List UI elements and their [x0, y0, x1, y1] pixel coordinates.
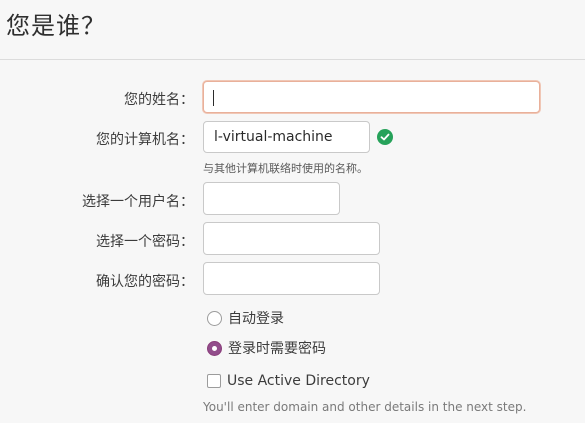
computer-name-label: 您的计算机名：: [96, 132, 194, 148]
confirm-password-field[interactable]: [203, 262, 380, 295]
name-field[interactable]: [203, 81, 540, 113]
active-directory-option[interactable]: Use Active Directory: [207, 373, 370, 389]
auto-login-radio[interactable]: [207, 310, 222, 326]
confirm-password-label: 确认您的密码：: [96, 274, 194, 290]
require-password-radio[interactable]: [207, 340, 222, 356]
computer-name-value: l-virtual-machine: [214, 129, 333, 145]
password-field[interactable]: [203, 222, 380, 255]
require-password-option[interactable]: 登录时需要密码: [207, 338, 326, 358]
active-directory-note: You'll enter domain and other details in…: [203, 400, 527, 414]
require-password-label: 登录时需要密码: [228, 341, 326, 357]
name-label: 您的姓名：: [124, 92, 194, 108]
computer-name-hint: 与其他计算机联络时使用的名称。: [203, 162, 368, 175]
page-title: 您是谁？: [6, 12, 106, 40]
auto-login-option[interactable]: 自动登录: [207, 308, 284, 328]
auto-login-label: 自动登录: [228, 311, 284, 327]
active-directory-checkbox[interactable]: [207, 374, 221, 388]
password-label: 选择一个密码：: [96, 234, 194, 250]
active-directory-label: Use Active Directory: [227, 373, 370, 389]
divider: [0, 59, 585, 60]
valid-check-icon: [377, 129, 393, 145]
username-label: 选择一个用户名：: [82, 194, 194, 210]
text-caret: [213, 90, 214, 106]
username-field[interactable]: [203, 182, 340, 215]
computer-name-field[interactable]: l-virtual-machine: [203, 121, 370, 153]
